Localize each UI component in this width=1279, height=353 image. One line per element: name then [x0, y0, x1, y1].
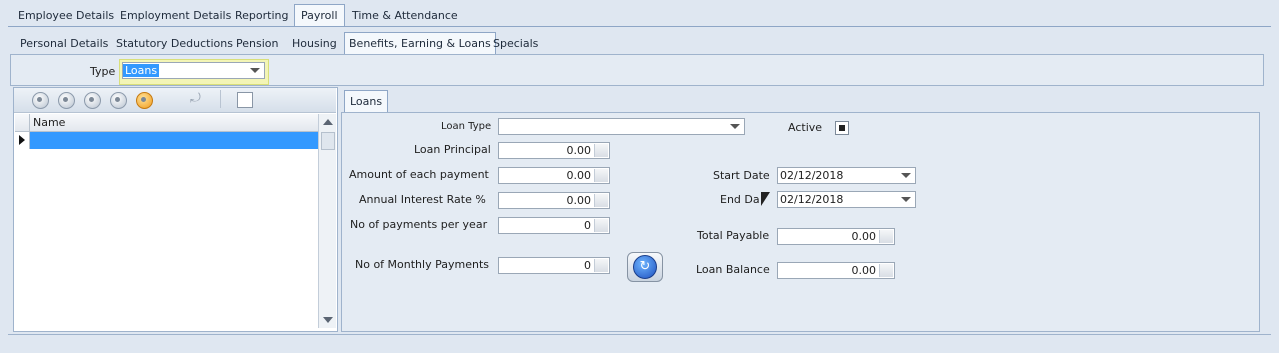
amount-each-payment-value: 0.00 — [566, 169, 592, 182]
start-date-picker[interactable]: 02/12/2018 — [777, 167, 916, 184]
end-date-label: End Da — [720, 193, 760, 206]
last-record-icon[interactable] — [110, 92, 127, 109]
type-select-value: Loans — [123, 64, 160, 77]
total-payable-label: Total Payable — [697, 229, 770, 242]
chevron-down-icon[interactable] — [250, 68, 260, 73]
monthly-payments-label: No of Monthly Payments — [355, 258, 489, 271]
type-label: Type — [90, 65, 116, 78]
tab-payroll[interactable]: Payroll — [294, 4, 345, 27]
end-date-value: 02/12/2018 — [780, 193, 844, 206]
tab-personal-details[interactable]: Personal Details — [18, 34, 110, 54]
tab-time-attendance[interactable]: Time & Attendance — [350, 6, 460, 26]
amount-each-payment-label: Amount of each payment — [349, 168, 489, 181]
loan-balance-field[interactable]: 0.00 — [777, 262, 895, 279]
annual-interest-value: 0.00 — [566, 194, 592, 207]
annual-interest-field[interactable]: 0.00 — [498, 192, 610, 209]
tab-reporting[interactable]: Reporting — [233, 6, 290, 26]
loan-type-select[interactable] — [498, 118, 745, 135]
payments-per-year-value: 0 — [584, 219, 591, 232]
monthly-payments-field[interactable]: 0 — [498, 257, 610, 274]
monthly-payments-value: 0 — [584, 259, 591, 272]
payments-per-year-label: No of payments per year — [350, 218, 488, 231]
start-date-label: Start Date — [713, 169, 770, 182]
total-payable-field[interactable]: 0.00 — [777, 228, 895, 245]
chevron-down-icon[interactable] — [730, 124, 740, 129]
spin-button[interactable] — [594, 194, 608, 207]
scroll-thumb[interactable] — [321, 132, 335, 150]
start-date-value: 02/12/2018 — [780, 169, 844, 182]
tab-pension[interactable]: Pension — [234, 34, 280, 54]
amount-each-payment-field[interactable]: 0.00 — [498, 167, 610, 184]
spin-button[interactable] — [594, 144, 608, 157]
spin-button[interactable] — [594, 169, 608, 182]
main-tab-line — [8, 26, 1271, 27]
end-date-picker[interactable]: 02/12/2018 — [777, 191, 916, 208]
tab-loans[interactable]: Loans — [344, 90, 389, 113]
spin-button[interactable] — [879, 264, 893, 277]
main-tab-bar: Employee Details Employment Details Repo… — [8, 2, 1279, 27]
mouse-cursor-icon — [761, 192, 770, 206]
spin-button[interactable] — [594, 259, 608, 272]
loan-balance-value: 0.00 — [851, 264, 877, 277]
loan-balance-label: Loan Balance — [696, 263, 770, 276]
bottom-border — [8, 334, 1271, 335]
next-record-icon[interactable] — [84, 92, 101, 109]
grid-scrollbar[interactable] — [318, 114, 336, 328]
tab-employment-details[interactable]: Employment Details — [118, 6, 233, 26]
tab-housing[interactable]: Housing — [290, 34, 339, 54]
loan-principal-label: Loan Principal — [414, 143, 491, 156]
chevron-down-icon[interactable] — [901, 197, 911, 202]
spin-button[interactable] — [879, 230, 893, 243]
checkbox-mark-icon — [839, 125, 845, 131]
type-select[interactable]: Loans — [122, 62, 265, 79]
toolbar-separator — [220, 90, 221, 108]
annual-interest-label: Annual Interest Rate % — [359, 193, 486, 206]
loan-principal-value: 0.00 — [566, 144, 592, 157]
checkbox-icon[interactable] — [237, 92, 253, 108]
payments-per-year-field[interactable]: 0 — [498, 217, 610, 234]
loan-principal-field[interactable]: 0.00 — [498, 142, 610, 159]
tab-statutory-deductions[interactable]: Statutory Deductions — [114, 34, 235, 54]
scroll-up-icon[interactable] — [323, 119, 333, 125]
first-record-icon[interactable] — [32, 92, 49, 109]
tab-employee-details[interactable]: Employee Details — [16, 6, 116, 26]
total-payable-value: 0.00 — [851, 230, 877, 243]
tab-specials[interactable]: Specials — [491, 34, 540, 54]
loan-type-label: Loan Type — [441, 121, 492, 132]
previous-record-icon[interactable] — [58, 92, 75, 109]
sub-tab-bar: Personal Details Statutory Deductions Pe… — [8, 30, 1279, 55]
refresh-icon[interactable] — [136, 92, 153, 109]
spin-button[interactable] — [594, 219, 608, 232]
calculate-button[interactable]: ↻ — [627, 252, 663, 282]
tab-benefits-earning-loans[interactable]: Benefits, Earning & Loans — [344, 32, 496, 55]
active-label: Active — [788, 121, 823, 134]
chevron-down-icon[interactable] — [901, 173, 911, 178]
undo-icon[interactable]: ⤾ — [190, 91, 201, 106]
row-indicator-icon — [19, 135, 25, 145]
table-row[interactable] — [30, 132, 318, 149]
column-header-name[interactable]: Name — [33, 116, 65, 129]
active-checkbox[interactable] — [835, 121, 849, 135]
scroll-down-icon[interactable] — [323, 317, 333, 323]
refresh-calculate-icon: ↻ — [633, 255, 657, 279]
